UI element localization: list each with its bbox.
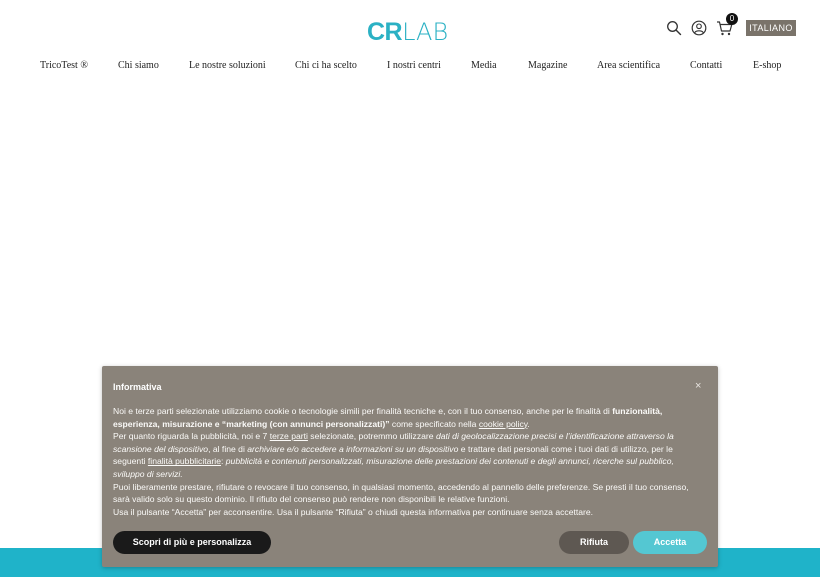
cookie-policy-link[interactable]: cookie policy bbox=[479, 419, 528, 429]
nav-item-media[interactable]: Media bbox=[471, 60, 497, 71]
nav-item-tricotest[interactable]: TricoTest ® bbox=[40, 60, 88, 71]
cookie-paragraph-2: Per quanto riguarda la pubblicità, noi e… bbox=[113, 431, 674, 479]
crlab-logo[interactable]: CR LAB bbox=[367, 18, 449, 46]
close-icon[interactable]: × bbox=[695, 380, 701, 392]
accept-button[interactable]: Accetta bbox=[633, 531, 707, 554]
nav-item-magazine[interactable]: Magazine bbox=[528, 60, 567, 71]
nav-item-contatti[interactable]: Contatti bbox=[690, 60, 722, 71]
cookie-paragraph-4: Usa il pulsante “Accetta” per acconsenti… bbox=[113, 506, 594, 517]
reject-button[interactable]: Rifiuta bbox=[559, 531, 629, 554]
language-selector[interactable]: ITALIANO bbox=[746, 20, 796, 36]
cookie-banner-title: Informativa bbox=[113, 382, 162, 392]
cookie-paragraph-1: Noi e terze parti selezionate utilizziam… bbox=[113, 406, 663, 429]
main-nav: TricoTest ® Chi siamo Le nostre soluzion… bbox=[0, 60, 820, 74]
logo-cr: CR bbox=[367, 18, 403, 46]
nav-item-e-shop[interactable]: E-shop bbox=[753, 60, 781, 71]
customize-button[interactable]: Scopri di più e personalizza bbox=[113, 531, 271, 554]
third-parties-link[interactable]: terze parti bbox=[270, 431, 308, 441]
advertising-purposes-link[interactable]: finalità pubblicitarie bbox=[148, 456, 221, 466]
cookie-banner: Informativa × Noi e terze parti selezion… bbox=[102, 366, 718, 567]
nav-item-i-nostri-centri[interactable]: I nostri centri bbox=[387, 60, 441, 71]
search-icon[interactable] bbox=[666, 20, 682, 36]
nav-item-chi-siamo[interactable]: Chi siamo bbox=[118, 60, 159, 71]
site-header: CR LAB 0 ITALIANO TricoTest ® Chi siamo … bbox=[0, 0, 820, 85]
user-icon[interactable] bbox=[691, 20, 707, 36]
cookie-paragraph-3: Puoi liberamente prestare, rifiutare o r… bbox=[113, 481, 689, 505]
cookie-banner-text: Noi e terze parti selezionate utilizziam… bbox=[113, 405, 703, 518]
nav-item-area-scientifica[interactable]: Area scientifica bbox=[597, 60, 660, 71]
logo-lab: LAB bbox=[402, 18, 449, 46]
nav-item-chi-ci-ha-scelto[interactable]: Chi ci ha scelto bbox=[295, 60, 357, 71]
cart-count-badge: 0 bbox=[726, 13, 738, 25]
nav-item-le-nostre-soluzioni[interactable]: Le nostre soluzioni bbox=[189, 60, 266, 71]
cart-button[interactable]: 0 bbox=[716, 13, 738, 37]
header-icons: 0 bbox=[666, 13, 738, 37]
